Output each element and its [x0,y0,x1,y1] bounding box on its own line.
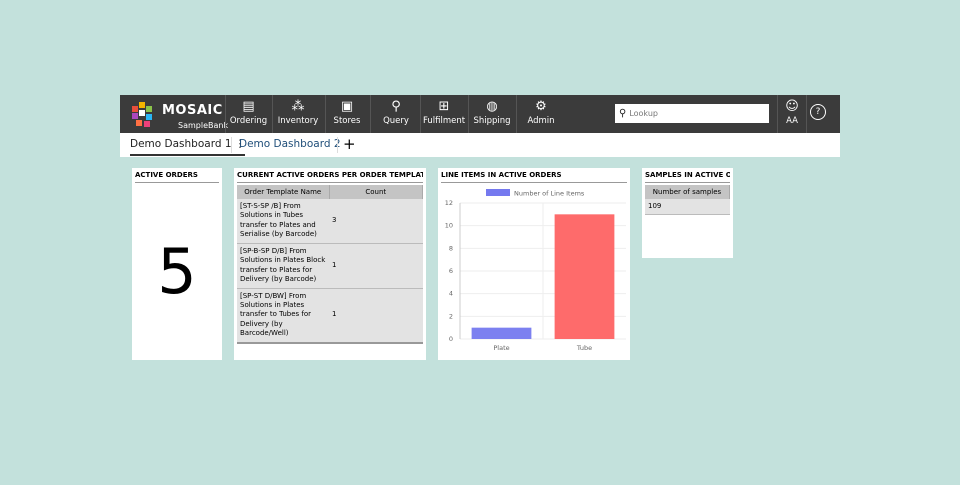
hierarchy-icon: ⊞ [438,99,450,114]
widget-title: CURRENT ACTIVE ORDERS PER ORDER TEMPLATE… [237,171,423,183]
mosaic-logo[interactable]: MOSAIC SampleBank [130,100,229,130]
add-tab-button[interactable]: + [343,135,356,153]
table-row[interactable]: [SP-ST D/BW] From Solutions in Plates tr… [237,288,423,344]
y-tick-label: 4 [449,290,453,298]
widget-title: ACTIVE ORDERS [135,171,219,183]
widget-active-orders: ACTIVE ORDERS 5 [132,168,222,360]
product-name: SampleBank [178,121,229,130]
y-tick-label: 0 [449,335,453,343]
y-tick-label: 10 [445,222,453,230]
samples-table: Number of samples 109 [645,185,730,216]
line-items-chart: Number of Line Items 0 2 4 6 8 10 12 Plate Tube [445,189,626,352]
y-tick-label: 8 [449,244,453,252]
globe-icon: ◍ [486,99,498,114]
widget-title: SAMPLES IN ACTIVE O... [645,171,730,183]
widget-title: LINE ITEMS IN ACTIVE ORDERS [441,171,627,183]
nav-fulfilment[interactable]: ⊞ Fulfilment [420,95,467,133]
legend-swatch [486,189,510,196]
x-tick-label: Tube [576,344,592,352]
grid-icon: ⁂ [291,99,305,114]
bar-plate [471,327,532,339]
nav-query[interactable]: ⚲ Query [370,95,421,133]
bar-tube [554,214,615,339]
widget-line-items: LINE ITEMS IN ACTIVE ORDERS Number of Li… [438,168,630,360]
column-header[interactable]: Number of samples [645,185,730,199]
box-icon: ▣ [340,99,354,114]
help-icon[interactable]: ? [810,104,826,120]
y-tick-label: 12 [445,199,453,207]
y-tick-label: 2 [449,312,453,320]
nav-admin[interactable]: ⚙ Admin [516,95,565,133]
y-tick-label: 6 [449,267,453,275]
dashboard-tabs: Demo Dashboard 1 ⋮ Demo Dashboard 2 + [120,133,840,157]
nav-inventory[interactable]: ⁂ Inventory [272,95,323,133]
nav-shipping[interactable]: ◍ Shipping [468,95,515,133]
x-tick-label: Plate [493,344,509,352]
search-icon: ⚲ [619,108,627,119]
lookup-input[interactable]: ⚲ Lookup [615,104,769,123]
column-header[interactable]: Order Template Name [237,185,330,199]
nav-stores[interactable]: ▣ Stores [325,95,368,133]
table-row[interactable]: [ST-S-SP /B] From Solutions in Tubes tra… [237,199,423,244]
gear-icon: ⚙ [535,99,547,114]
search-icon: ⚲ [391,99,401,114]
user-menu[interactable]: ☺ AA [777,95,807,133]
tab-demo-dashboard-1[interactable]: Demo Dashboard 1 ⋮ [130,138,246,156]
top-navbar: MOSAIC SampleBank ▤ Ordering ⁂ Inventory ▣… [120,95,840,133]
orders-table: Order Template Name Count [ST-S-SP /B] Fr… [237,185,423,344]
brand-name: MOSAIC [162,103,223,118]
nav-ordering[interactable]: ▤ Ordering [225,95,271,133]
widget-samples: SAMPLES IN ACTIVE O... Number of samples… [642,168,733,258]
table-row[interactable]: 109 [645,199,730,216]
widget-orders-per-template: CURRENT ACTIVE ORDERS PER ORDER TEMPLATE… [234,168,426,360]
tab-demo-dashboard-2[interactable]: Demo Dashboard 2 [239,138,341,150]
active-orders-count: 5 [157,235,197,308]
legend-label: Number of Line Items [514,190,585,198]
table-row[interactable]: [SP-B-SP D/B] From Solutions in Plates B… [237,243,423,289]
column-header[interactable]: Count [329,185,423,199]
clipboard-icon: ▤ [242,99,255,114]
user-icon: ☺ [785,99,799,114]
